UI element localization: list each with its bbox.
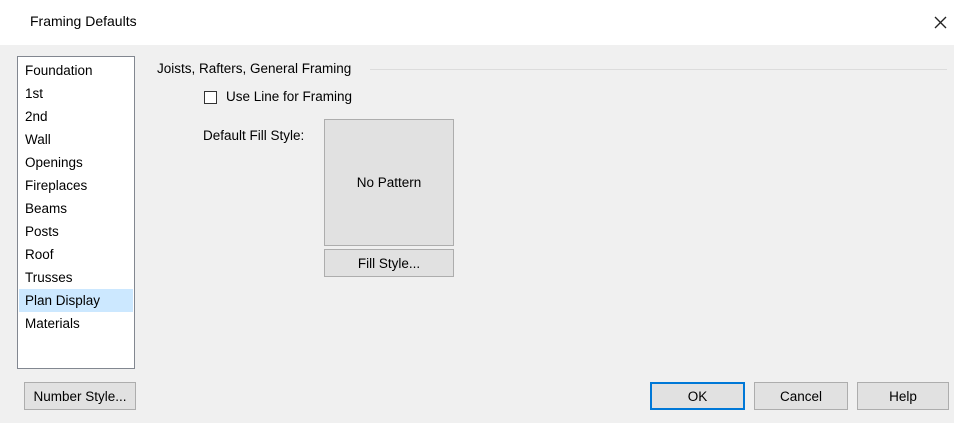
list-item-wall[interactable]: Wall — [19, 128, 133, 151]
window-title: Framing Defaults — [30, 13, 137, 29]
list-item-openings[interactable]: Openings — [19, 151, 133, 174]
title-bar: Framing Defaults — [0, 0, 954, 45]
list-item-trusses[interactable]: Trusses — [19, 266, 133, 289]
ok-button[interactable]: OK — [650, 382, 745, 410]
fill-style-button[interactable]: Fill Style... — [324, 249, 454, 277]
list-item-roof[interactable]: Roof — [19, 243, 133, 266]
list-item-posts[interactable]: Posts — [19, 220, 133, 243]
pattern-preview-text: No Pattern — [356, 175, 422, 190]
cancel-button[interactable]: Cancel — [754, 382, 848, 410]
list-item-2nd[interactable]: 2nd — [19, 105, 133, 128]
default-fill-style-label: Default Fill Style: — [203, 128, 305, 143]
list-item-beams[interactable]: Beams — [19, 197, 133, 220]
group-title: Joists, Rafters, General Framing — [157, 61, 358, 76]
category-list[interactable]: Foundation 1st 2nd Wall Openings Firepla… — [17, 56, 135, 369]
list-item-1st[interactable]: 1st — [19, 82, 133, 105]
use-line-checkbox-label[interactable]: Use Line for Framing — [226, 89, 352, 104]
help-button[interactable]: Help — [857, 382, 949, 410]
close-icon — [934, 16, 947, 29]
group-divider — [370, 69, 947, 70]
list-item-fireplaces[interactable]: Fireplaces — [19, 174, 133, 197]
close-button[interactable] — [930, 9, 952, 35]
list-item-plan-display[interactable]: Plan Display — [19, 289, 133, 312]
list-item-materials[interactable]: Materials — [19, 312, 133, 335]
number-style-button[interactable]: Number Style... — [24, 382, 136, 410]
use-line-checkbox[interactable] — [204, 91, 217, 104]
fill-pattern-preview[interactable]: No Pattern — [324, 119, 454, 246]
framing-defaults-dialog: Framing Defaults Foundation 1st 2nd Wall… — [0, 0, 954, 423]
list-item-foundation[interactable]: Foundation — [19, 59, 133, 82]
